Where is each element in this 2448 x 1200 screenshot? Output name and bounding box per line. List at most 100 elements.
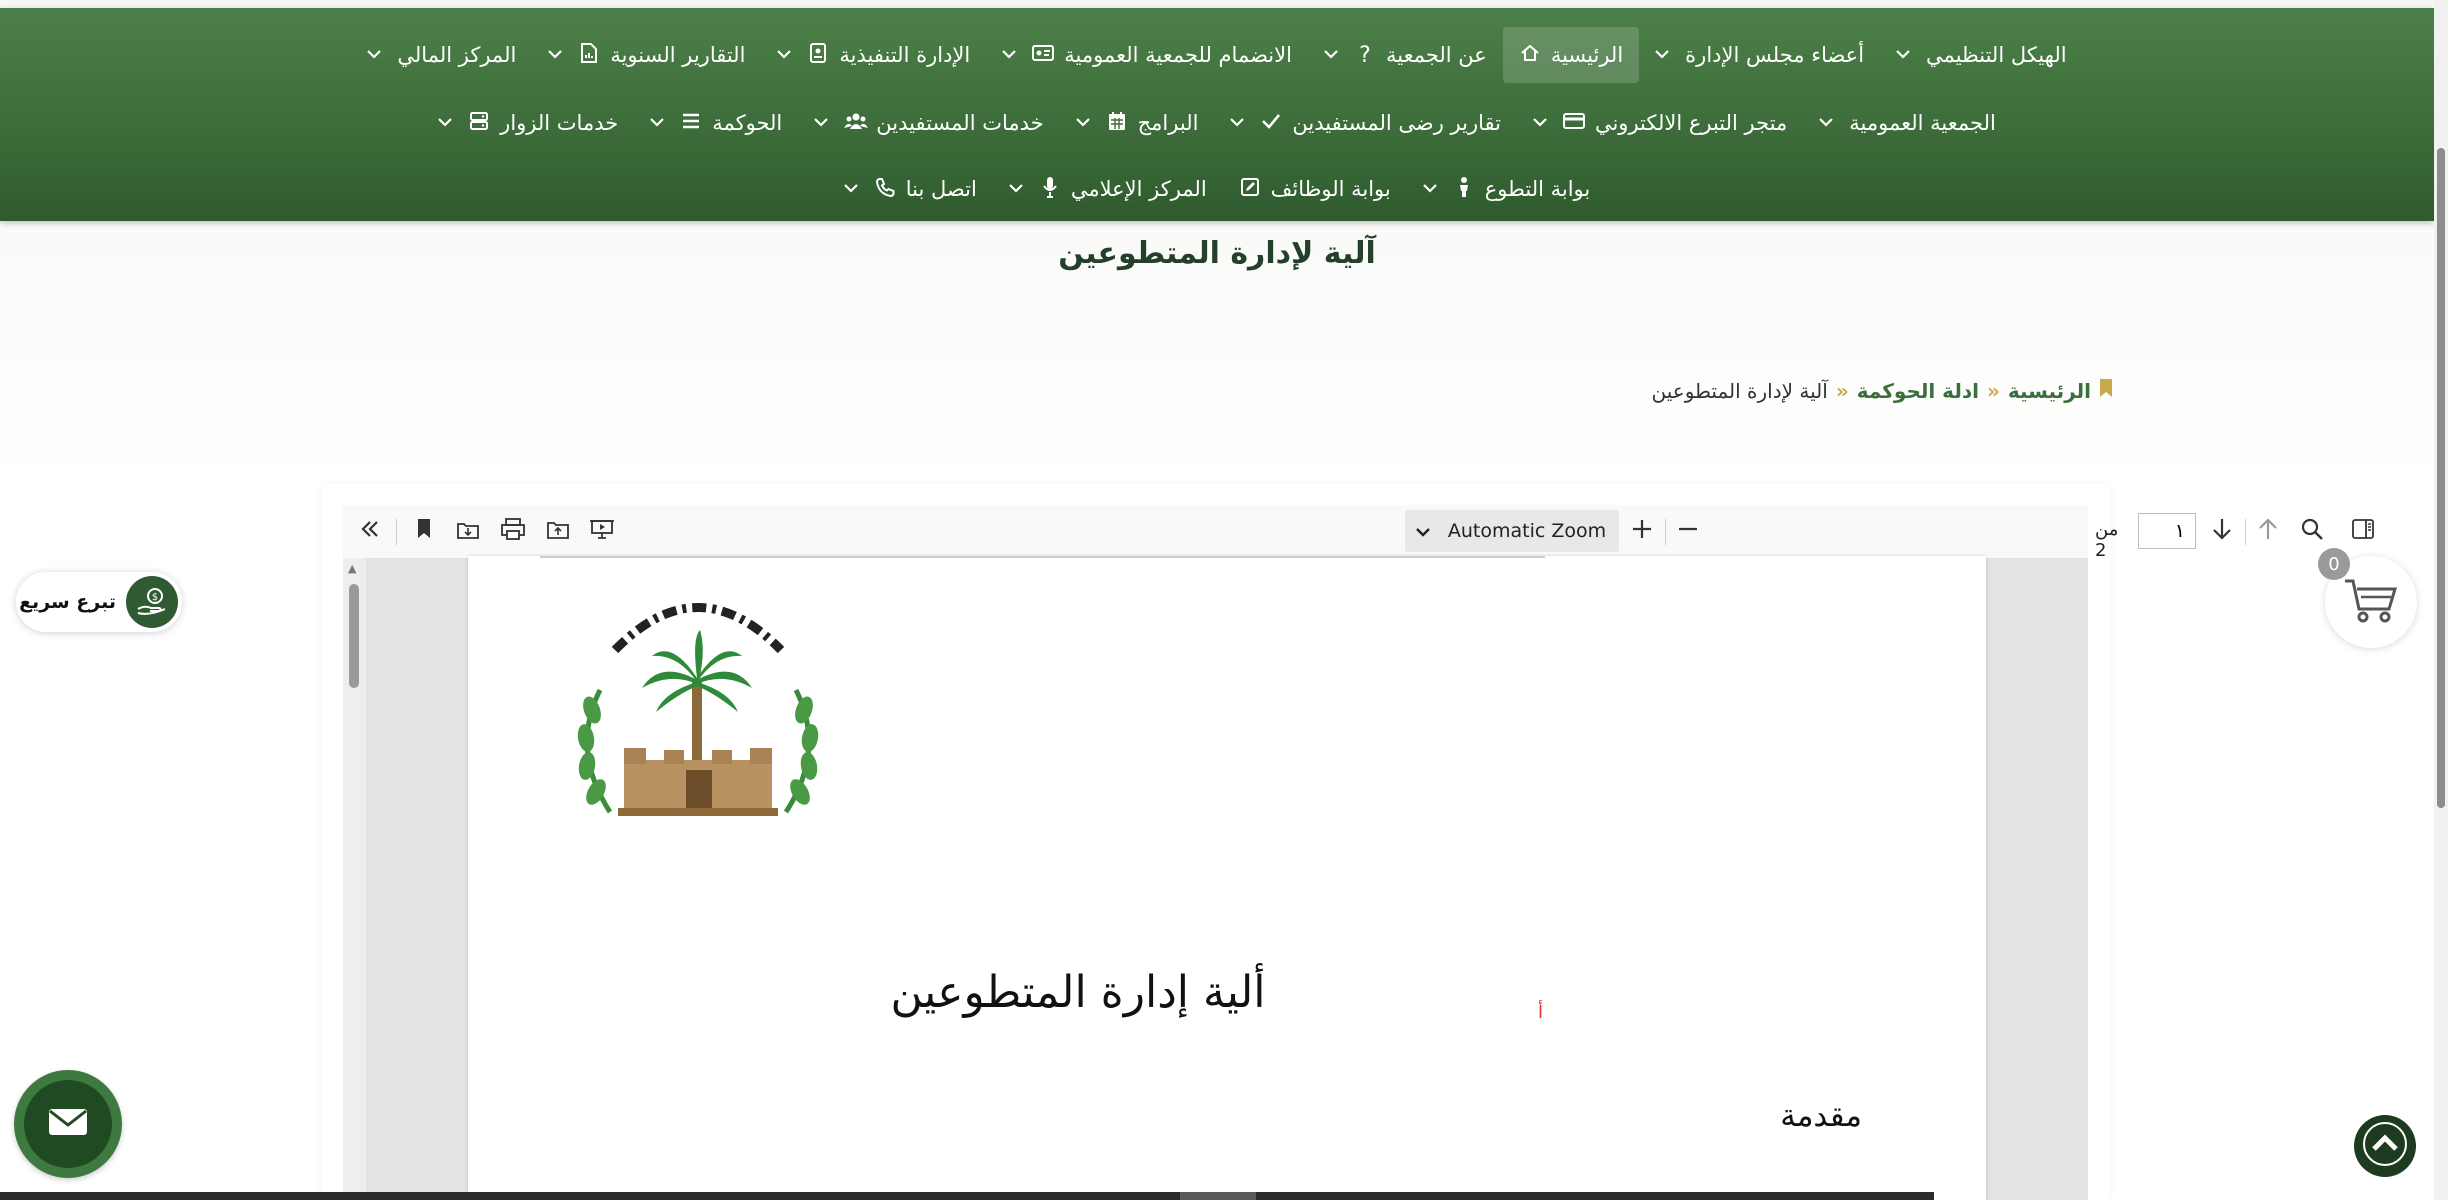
contact-mail-button[interactable] (14, 1070, 122, 1178)
tools-menu-button[interactable] (353, 515, 387, 549)
breadcrumb-separator: » (1835, 379, 1849, 403)
svg-text:$: $ (152, 592, 158, 603)
pdf-scrollbar[interactable]: ▲ (343, 558, 366, 1200)
association-logo: ١٤٣٠ (560, 580, 836, 832)
zoom-out-button[interactable] (1671, 515, 1705, 549)
nav-item-row2-5[interactable]: خدمات المستفيدين (798, 95, 1059, 151)
nav-row-2: الجمعية العمومية متجر التبرع الالكتروني تق… (0, 90, 2434, 156)
bottom-bar-segment (1180, 1192, 1256, 1200)
page-number-input[interactable] (2138, 513, 2196, 549)
breadcrumb-parent-link[interactable]: ادلة الحوكمة (1857, 379, 1979, 403)
pdf-scroll-thumb[interactable] (349, 584, 359, 688)
page-scroll-thumb[interactable] (2437, 148, 2445, 808)
page-count-label: من 2 (2095, 519, 2119, 561)
presentation-mode-button[interactable] (585, 515, 619, 549)
minus-icon (1677, 518, 1699, 546)
nav-row-3: بوابة التطوع بوابة الوظائف المركز الإعلامي… (0, 156, 2434, 222)
main-navbar: الهيكل التنظيمي أعضاء مجلس الإدارة الرئيسي… (0, 8, 2434, 221)
page-scrollbar[interactable] (2434, 0, 2448, 1200)
nav-item-row1-5[interactable]: الانضمام للجمعية العمومية (986, 27, 1308, 83)
nav-item-row1-8[interactable]: المركز المالي (351, 27, 532, 83)
nav-item-label: الانضمام للجمعية العمومية (1064, 43, 1292, 67)
envelope-icon (47, 1107, 89, 1141)
toolbar-separator (1665, 519, 1666, 545)
bookmark-icon (416, 518, 432, 546)
sidebar-icon (2351, 518, 2375, 546)
chevron-down-icon (777, 47, 792, 63)
svg-text:١٤٣٠: ١٤٣٠ (688, 818, 707, 828)
nav-item-label: اتصل بنا (905, 177, 977, 201)
previous-page-button[interactable] (2251, 515, 2285, 549)
search-icon (2300, 517, 2324, 547)
nav-item-row2-1[interactable]: الجمعية العمومية (1803, 95, 2012, 151)
server-icon (468, 111, 490, 136)
nav-item-row1-4[interactable]: عن الجمعية? (1308, 27, 1503, 83)
download-button[interactable] (451, 515, 485, 549)
save-icon (456, 518, 480, 546)
arrow-down-icon (2211, 517, 2233, 547)
chevron-down-icon (1002, 47, 1017, 63)
double-chevron-left-icon (358, 517, 382, 547)
toolbar-separator (2245, 519, 2246, 545)
nav-item-label: بوابة الوظائف (1270, 177, 1391, 201)
nav-item-label: التقارير السنوية (610, 43, 746, 67)
bookmark-button[interactable] (407, 515, 441, 549)
nav-item-row2-6[interactable]: الحوكمة (634, 95, 798, 151)
chevron-down-icon (650, 115, 664, 131)
nav-item-label: الهيكل التنظيمي (1926, 43, 2067, 67)
bookmark-icon (2099, 378, 2113, 404)
quick-donate-button[interactable]: تبرع سريع $ (16, 572, 182, 632)
chevron-down-icon (843, 181, 858, 197)
nav-item-label: بوابة التطوع (1484, 177, 1591, 201)
bottom-bar (0, 1192, 1934, 1200)
chevron-down-icon (1896, 47, 1910, 63)
zoom-label: Automatic Zoom (1447, 520, 1607, 542)
nav-item-row2-7[interactable]: خدمات الزوار (422, 95, 634, 151)
nav-item-label: الجمعية العمومية (1849, 111, 1996, 135)
breadcrumb-separator: » (1986, 379, 2000, 403)
arrow-up-icon (2257, 517, 2279, 547)
open-file-button[interactable] (541, 515, 575, 549)
chevron-down-icon (814, 115, 829, 131)
nav-item-row1-7[interactable]: التقارير السنوية (532, 27, 761, 83)
pdf-toolbar: Automatic Zoom من 2 (343, 505, 2374, 561)
breadcrumb-current: آلية لإدارة المتطوعين (1651, 379, 1828, 403)
home-icon (1519, 43, 1541, 68)
find-button[interactable] (2295, 515, 2329, 549)
nav-item-row1-2[interactable]: أعضاء مجلس الإدارة (1639, 27, 1880, 83)
nav-item-row1-1[interactable]: الهيكل التنظيمي (1880, 27, 2083, 83)
print-button[interactable] (496, 515, 530, 549)
chevron-down-icon (1533, 115, 1547, 131)
sidebar-toggle-button[interactable] (2346, 515, 2380, 549)
nav-item-row2-2[interactable]: متجر التبرع الالكتروني (1517, 95, 1803, 151)
next-page-button[interactable] (2205, 515, 2239, 549)
nav-item-label: خدمات الزوار (500, 111, 619, 135)
shopping-cart-icon (2343, 575, 2399, 629)
zoom-in-button[interactable] (1625, 515, 1659, 549)
chevron-down-icon (1324, 47, 1338, 63)
nav-item-row1-3[interactable]: الرئيسية (1502, 27, 1640, 83)
nav-item-row2-3[interactable]: تقارير رضى المستفيدين (1214, 95, 1517, 151)
nav-item-label: البرامج (1137, 111, 1199, 135)
list-icon (680, 112, 702, 135)
credit-card-icon (1562, 112, 1585, 135)
nav-item-row3-2[interactable]: بوابة الوظائف (1223, 161, 1407, 217)
toolbar-separator (396, 519, 397, 545)
nav-item-row1-6[interactable]: الإدارة التنفيذية (761, 27, 986, 83)
nav-item-row3-4[interactable]: اتصل بنا (828, 161, 993, 217)
nav-item-label: خدمات المستفيدين (876, 111, 1044, 135)
nav-item-row3-3[interactable]: المركز الإعلامي (993, 161, 1223, 217)
breadcrumb-home-link[interactable]: الرئيسية (2008, 379, 2091, 403)
scroll-to-top-button[interactable] (2354, 1115, 2416, 1177)
chevron-down-icon (1230, 115, 1245, 131)
page-title: آلية لإدارة المتطوعين (1058, 236, 1376, 271)
document-title: ألية إدارة المتطوعين (890, 967, 1266, 1018)
microphone-icon (1039, 176, 1061, 203)
document-mark: أ (1538, 1002, 1544, 1023)
nav-item-label: عن الجمعية (1385, 43, 1487, 67)
nav-item-row2-4[interactable]: البرامج (1060, 95, 1215, 151)
zoom-select[interactable]: Automatic Zoom (1405, 510, 1619, 552)
nav-item-row3-1[interactable]: بوابة التطوع (1407, 161, 1606, 217)
chevron-down-icon (1819, 115, 1834, 131)
open-file-icon (546, 518, 570, 546)
